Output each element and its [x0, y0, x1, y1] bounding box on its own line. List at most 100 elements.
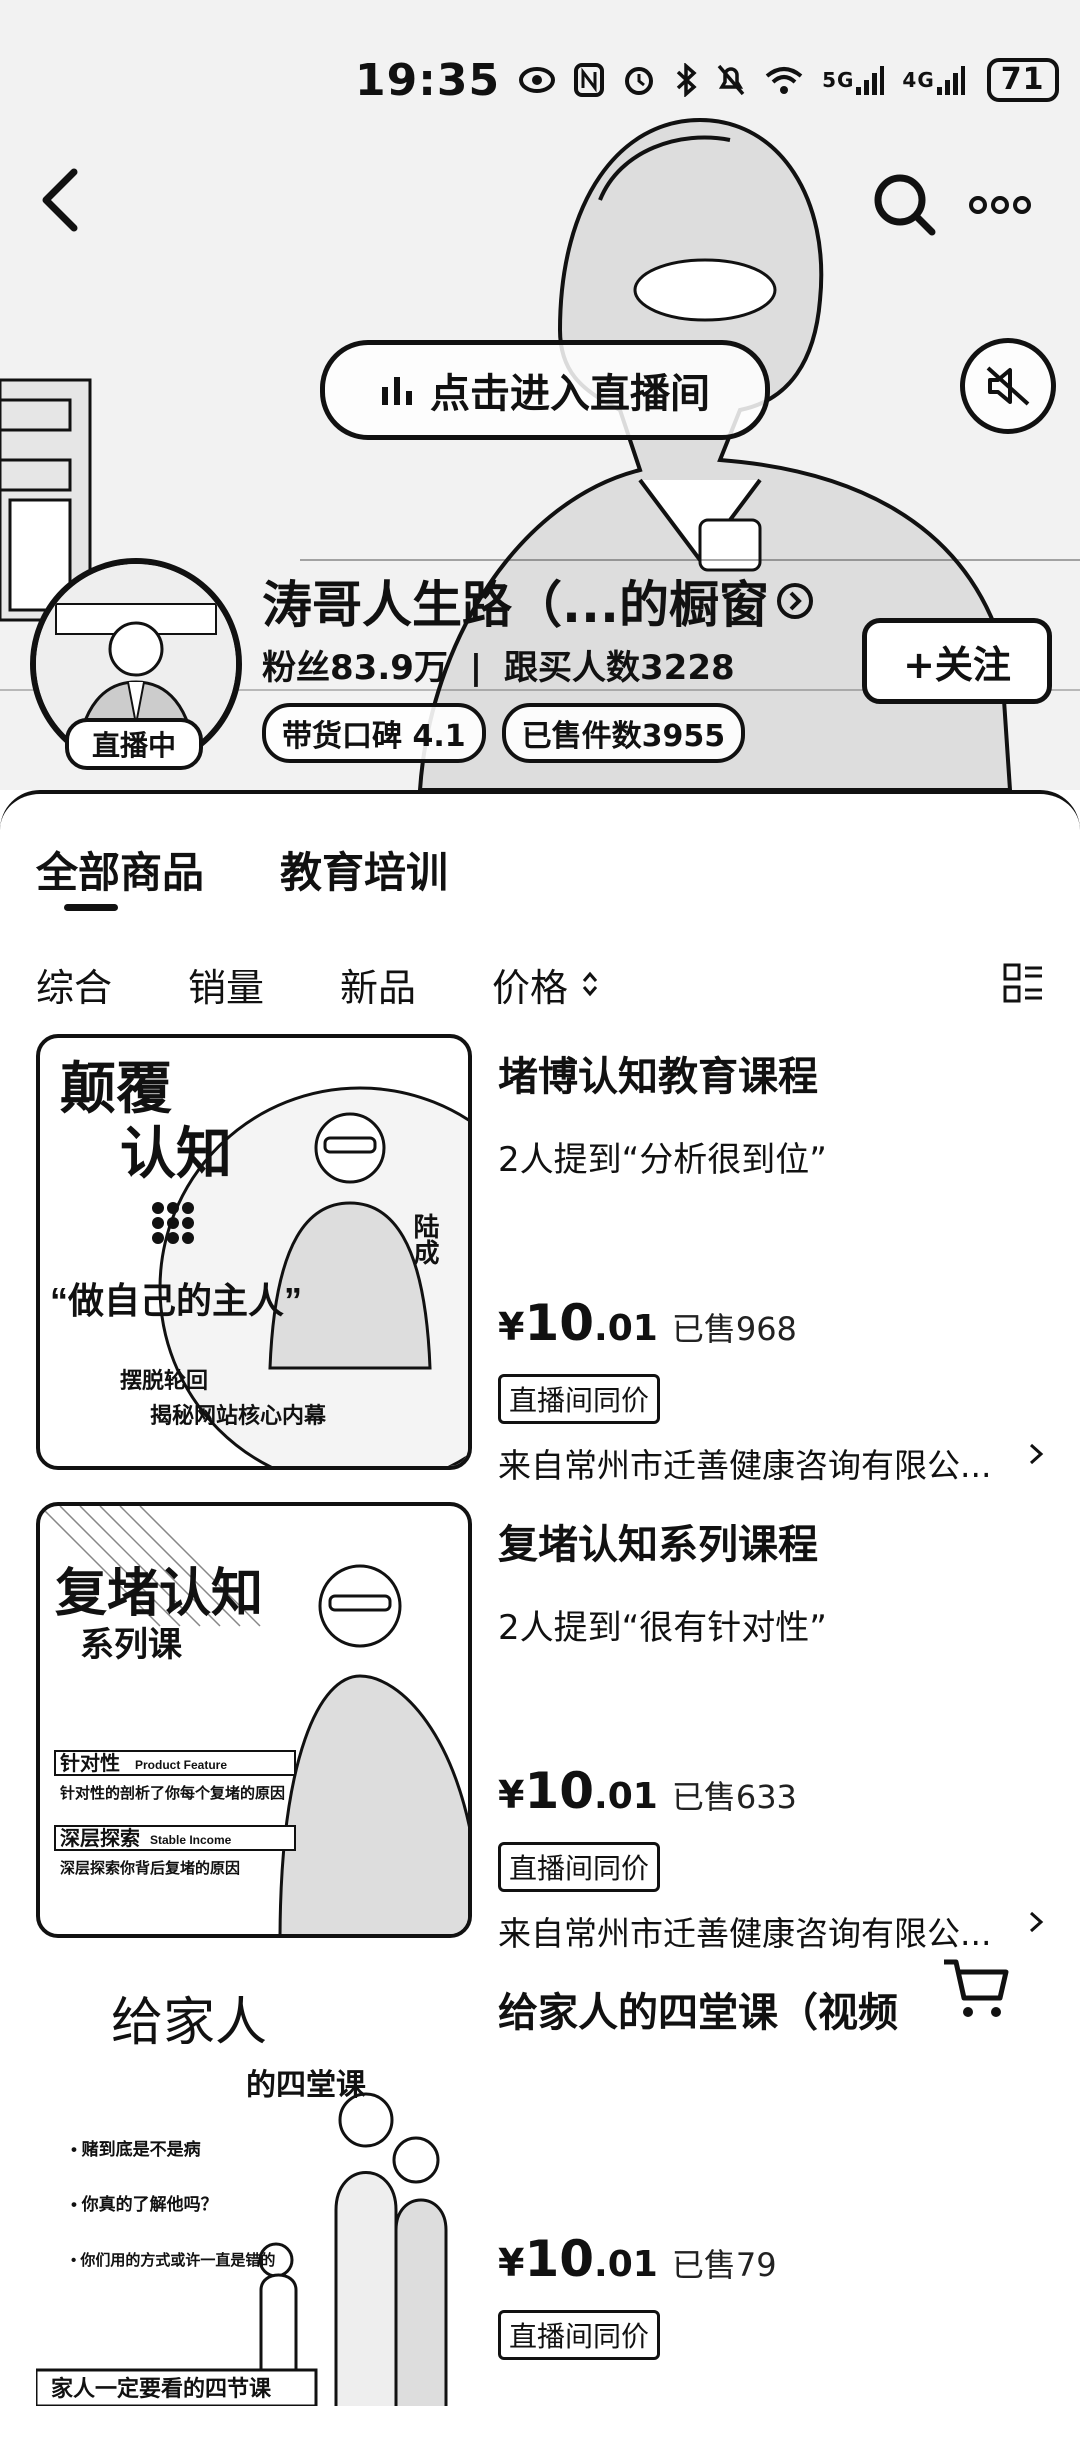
shop-stats: 粉丝83.9万 | 跟买人数3228: [262, 648, 735, 688]
chevron-left-icon: [42, 168, 78, 232]
layout-toggle-button[interactable]: [1002, 962, 1044, 1013]
seller-name: 来自常州市迁善健康咨询有限公...: [498, 1914, 992, 1953]
thumb-line-1: 针对性的剖析了你每个复堵的原因: [60, 1784, 285, 1802]
thumb-bullet-1: • 赌到底是不是病: [71, 2139, 201, 2159]
sort-bar: 综合 销量 新品 价格: [36, 954, 1044, 1014]
sort-new[interactable]: 新品: [340, 957, 416, 1012]
search-icon: [874, 174, 936, 236]
product-info: 堵博认知教育课程 2人提到“分析很到位” ¥10.01 已售968 直播间同价 …: [498, 1044, 1046, 1485]
thumb-tag-2-en: Stable Income: [150, 1833, 232, 1847]
wifi-icon: [764, 64, 804, 96]
thumb-text-2: 认知: [120, 1122, 232, 1185]
price-currency: ¥: [498, 1305, 525, 1349]
active-tab-indicator: [64, 904, 118, 911]
sold-count-badge[interactable]: 已售件数3955: [501, 703, 746, 763]
sort-default[interactable]: 综合: [36, 957, 112, 1012]
bluetooth-icon: [674, 63, 698, 97]
shop-badges: 带货口碑 4.1 已售件数3955: [262, 703, 746, 763]
price-row: ¥10.01 已售968: [498, 1294, 797, 1352]
sort-price[interactable]: 价格: [492, 957, 600, 1012]
alarm-icon: [622, 63, 656, 97]
seller-link[interactable]: 来自常州市迁善健康咨询有限公...: [498, 1907, 1046, 1955]
product-info: 复堵认知系列课程 2人提到“很有针对性” ¥10.01 已售633 直播间同价 …: [498, 1512, 1046, 1953]
review-mention: 2人提到“很有针对性”: [498, 1608, 827, 1648]
rating-badge[interactable]: 带货口碑 4.1: [262, 703, 486, 763]
price-integer: 10: [524, 1294, 595, 1352]
thumb-line-1: 摆脱轮回: [120, 1368, 208, 1393]
thumb-text-2: 系列课: [80, 1626, 183, 1664]
thumb-line-2: 揭秘网站核心内幕: [150, 1403, 327, 1428]
price-integer: 10: [524, 1762, 595, 1820]
product-card[interactable]: 颠覆 认知 “做自己的主人” 陆成 摆脱轮回 揭秘网站核心内幕 堵博认知教育课程…: [36, 1034, 1046, 1502]
price-integer: 10: [524, 2230, 595, 2288]
chevron-right-icon: [1029, 1443, 1044, 1465]
eye-icon: [518, 65, 556, 95]
product-price: ¥10.01: [498, 1762, 658, 1820]
more-icon: [969, 196, 1031, 214]
battery-icon: 71: [986, 58, 1059, 102]
tab-all-products[interactable]: 全部商品: [36, 839, 204, 900]
product-title[interactable]: 堵博认知教育课程: [498, 1044, 1046, 1102]
signal-5g-icon: 5G: [822, 63, 885, 97]
follow-button[interactable]: +关注: [862, 618, 1052, 704]
price-row: ¥10.01 已售79: [498, 2230, 777, 2288]
list-layout-icon: [1003, 963, 1042, 1003]
thumb-bullet-2: • 你真的了解他吗？: [71, 2194, 218, 2214]
product-price: ¥10.01: [498, 2230, 658, 2288]
price-currency: ¥: [498, 2241, 525, 2285]
mute-icon: [716, 63, 746, 97]
price-decimal: .01: [594, 1308, 658, 1349]
product-card[interactable]: 复堵认知 系列课 针对性 Product Feature 针对性的剖析了你每个复…: [36, 1502, 1046, 1970]
same-price-badge: 直播间同价: [498, 1374, 661, 1424]
product-title[interactable]: 复堵认知系列课程: [498, 1512, 1046, 1570]
price-row: ¥10.01 已售633: [498, 1762, 797, 1820]
tab-education[interactable]: 教育培训: [280, 839, 448, 900]
shop-name[interactable]: 涛哥人生路（...的橱窗: [262, 565, 815, 637]
speaker-mute-icon: [986, 366, 1030, 406]
seller-link[interactable]: 来自常州市迁善健康咨询有限公...: [498, 1439, 1046, 1487]
product-price: ¥10.01: [498, 1294, 658, 1352]
thumb-text-1: 复堵认知: [55, 1565, 263, 1623]
product-thumbnail: 颠覆 认知 “做自己的主人” 陆成 摆脱轮回 揭秘网站核心内幕: [36, 1034, 472, 1470]
product-thumbnail: 给家人 的四堂课 • 赌到底是不是病 • 你真的了解他吗？ • 你们用的方式或许…: [36, 1970, 472, 2406]
category-tabs: 全部商品 教育培训: [36, 839, 448, 900]
sort-arrows-icon: [582, 971, 598, 997]
price-decimal: .01: [594, 1776, 658, 1817]
enter-live-label: 点击进入直播间: [430, 371, 710, 417]
product-title[interactable]: 给家人的四堂课（视频: [498, 1980, 968, 2038]
buyers-count: 跟买人数3228: [504, 648, 735, 688]
status-time: 19:35: [355, 54, 501, 106]
thumb-text-1: 给家人: [111, 1995, 267, 2052]
shopping-cart-icon: [944, 1959, 1009, 2017]
battery-level: 71: [1000, 62, 1045, 97]
thumb-tag-1-en: Product Feature: [135, 1758, 227, 1772]
product-sheet: 全部商品 教育培训 综合 销量 新品 价格 颠覆 认知 “做自己的主人” 陆成 …: [0, 790, 1080, 2406]
thumb-line-2: 深层探索你背后复堵的原因: [60, 1859, 240, 1877]
more-button[interactable]: [965, 185, 1035, 225]
back-button[interactable]: [30, 165, 90, 235]
signal-5g-label: 5G: [822, 68, 855, 92]
sold-count: 已售968: [671, 1310, 797, 1348]
search-button[interactable]: [870, 170, 940, 240]
fans-count: 粉丝83.9万: [262, 648, 448, 688]
chevron-right-icon: [1029, 1911, 1044, 1933]
seller-name: 来自常州市迁善健康咨询有限公...: [498, 1446, 992, 1485]
signal-4g-icon: 4G: [902, 63, 965, 97]
product-card[interactable]: 给家人 的四堂课 • 赌到底是不是病 • 你真的了解他吗？ • 你们用的方式或许…: [36, 1970, 1046, 2438]
live-status-badge: 直播中: [65, 718, 203, 770]
mute-button[interactable]: [960, 338, 1056, 434]
sort-sales[interactable]: 销量: [188, 957, 264, 1012]
nfc-icon: [574, 63, 605, 97]
product-thumbnail: 复堵认知 系列课 针对性 Product Feature 针对性的剖析了你每个复…: [36, 1502, 472, 1938]
sold-count: 已售79: [671, 2246, 777, 2284]
enter-live-room-button[interactable]: 点击进入直播间: [320, 340, 770, 440]
sound-bars-icon: [382, 377, 412, 405]
cart-button[interactable]: [940, 1956, 1012, 2026]
live-banner[interactable]: 19:35 5G 4G 71 点击进入直播间 直播中 涛哥人生路（...的橱窗 …: [0, 0, 1080, 790]
signal-4g-label: 4G: [902, 68, 935, 92]
chevron-right-circle-icon: [776, 583, 813, 619]
price-decimal: .01: [594, 2244, 658, 2285]
status-bar: 19:35 5G 4G 71: [355, 54, 1059, 106]
thumb-bullet-3: • 你们用的方式或许一直是错的: [71, 2251, 275, 2269]
price-currency: ¥: [498, 1773, 525, 1817]
